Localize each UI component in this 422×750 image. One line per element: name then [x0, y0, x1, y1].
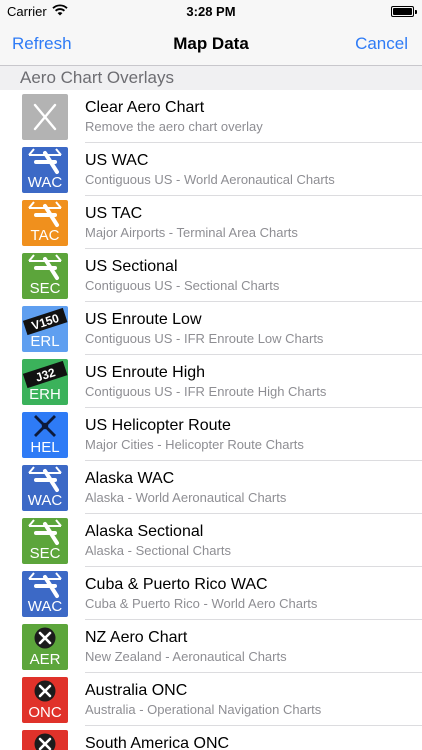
- list-item[interactable]: ONC South America ONC: [0, 726, 422, 750]
- list-item-subtitle: Remove the aero chart overlay: [85, 119, 263, 134]
- airport-circle-icon: AER: [22, 624, 68, 670]
- list-item-title: Alaska Sectional: [85, 523, 204, 540]
- chart-code-label: ONC: [28, 704, 62, 721]
- clock-time: 3:28 PM: [186, 4, 236, 19]
- list-item-title: Cuba & Puerto Rico WAC: [85, 576, 268, 593]
- list-item-subtitle: New Zealand - Aeronautical Charts: [85, 649, 287, 664]
- airway-label: V150: [30, 311, 61, 333]
- chart-code-label: AER: [29, 651, 61, 668]
- list-item-title: US Sectional: [85, 258, 178, 275]
- chart-code-label: SEC: [29, 280, 61, 297]
- list-item-title: US Enroute High: [85, 364, 206, 381]
- list-item-subtitle: Australia - Operational Navigation Chart…: [85, 702, 322, 717]
- list-item[interactable]: SEC Alaska Sectional Alaska - Sectional Ch…: [0, 514, 422, 567]
- battery-icon: [391, 6, 417, 17]
- list-item[interactable]: SEC US Sectional Contiguous US - Sectional…: [0, 249, 422, 302]
- chart-code-label: WAC: [27, 598, 63, 615]
- list-item[interactable]: HEL US Helicopter Route Major Cities - Hel…: [0, 408, 422, 461]
- status-bar: Carrier 3:28 PM: [0, 0, 422, 22]
- airport-circle-icon: ONC: [22, 730, 68, 750]
- list-item-title: South America ONC: [85, 735, 230, 750]
- list-item-subtitle: Major Cities - Helicopter Route Charts: [85, 437, 304, 452]
- list-item[interactable]: Clear Aero Chart Remove the aero chart ov…: [0, 90, 422, 143]
- list-item[interactable]: AER NZ Aero Chart New Zealand - Aeronautic…: [0, 620, 422, 673]
- cancel-button[interactable]: Cancel: [355, 34, 408, 54]
- airport-circle-icon: ONC: [22, 677, 68, 723]
- chart-code-label: SEC: [29, 545, 61, 562]
- list-item-title: US Enroute Low: [85, 311, 202, 328]
- airway-label-icon: V150 ERL: [22, 306, 68, 352]
- chart-code-label: HEL: [30, 439, 60, 456]
- list-item-subtitle: Contiguous US - World Aeronautical Chart…: [85, 172, 335, 187]
- list-item-title: Alaska WAC: [85, 470, 175, 487]
- list-item-title: US TAC: [85, 205, 143, 222]
- list-item-subtitle: Alaska - World Aeronautical Charts: [85, 490, 287, 505]
- chart-code-label: WAC: [27, 174, 63, 191]
- chart-code-label: ERL: [30, 333, 60, 350]
- section-header: Aero Chart Overlays: [0, 66, 422, 90]
- list-item-subtitle: Alaska - Sectional Charts: [85, 543, 231, 558]
- list-item-title: NZ Aero Chart: [85, 629, 188, 646]
- list-item[interactable]: J32 ERH US Enroute High Contiguous US - IFR…: [0, 355, 422, 408]
- list-item-subtitle: Contiguous US - IFR Enroute Low Charts: [85, 331, 324, 346]
- list-item-title: US Helicopter Route: [85, 417, 231, 434]
- list-item-title: Clear Aero Chart: [85, 99, 205, 116]
- chart-code-label: WAC: [27, 492, 63, 509]
- list-item[interactable]: WAC Alaska WAC Alaska - World Aeronautical…: [0, 461, 422, 514]
- chart-overlay-list: Clear Aero Chart Remove the aero chart ov…: [0, 90, 422, 750]
- section-title: Aero Chart Overlays: [20, 68, 174, 87]
- list-item-title: US WAC: [85, 152, 149, 169]
- list-item[interactable]: WAC US WAC Contiguous US - World Aeronauti…: [0, 143, 422, 196]
- airway-label-icon: J32 ERH: [22, 359, 68, 405]
- airport-runway-icon: TAC: [22, 200, 68, 246]
- list-item-subtitle: Contiguous US - IFR Enroute High Charts: [85, 384, 327, 399]
- airport-runway-icon: WAC: [22, 571, 68, 617]
- chart-code-label: ERH: [29, 386, 61, 403]
- list-item-subtitle: Major Airports - Terminal Area Charts: [85, 225, 298, 240]
- airport-runway-icon: SEC: [22, 253, 68, 299]
- chart-code-label: TAC: [30, 227, 60, 244]
- navigation-bar: Refresh Map Data Cancel: [0, 22, 422, 66]
- list-item-subtitle: Contiguous US - Sectional Charts: [85, 278, 280, 293]
- helicopter-rotor-icon: HEL: [22, 412, 68, 458]
- list-item[interactable]: V150 ERL US Enroute Low Contiguous US - IFR…: [0, 302, 422, 355]
- list-item-title: Australia ONC: [85, 682, 188, 699]
- list-item-subtitle: Cuba & Puerto Rico - World Aero Charts: [85, 596, 318, 611]
- list-item[interactable]: WAC Cuba & Puerto Rico WAC Cuba & Puerto R…: [0, 567, 422, 620]
- list-item[interactable]: TAC US TAC Major Airports - Terminal Area …: [0, 196, 422, 249]
- list-item[interactable]: ONC Australia ONC Australia - Operational …: [0, 673, 422, 726]
- clear-x-icon: [22, 94, 68, 140]
- airport-runway-icon: WAC: [22, 465, 68, 511]
- airport-runway-icon: SEC: [22, 518, 68, 564]
- airport-runway-icon: WAC: [22, 147, 68, 193]
